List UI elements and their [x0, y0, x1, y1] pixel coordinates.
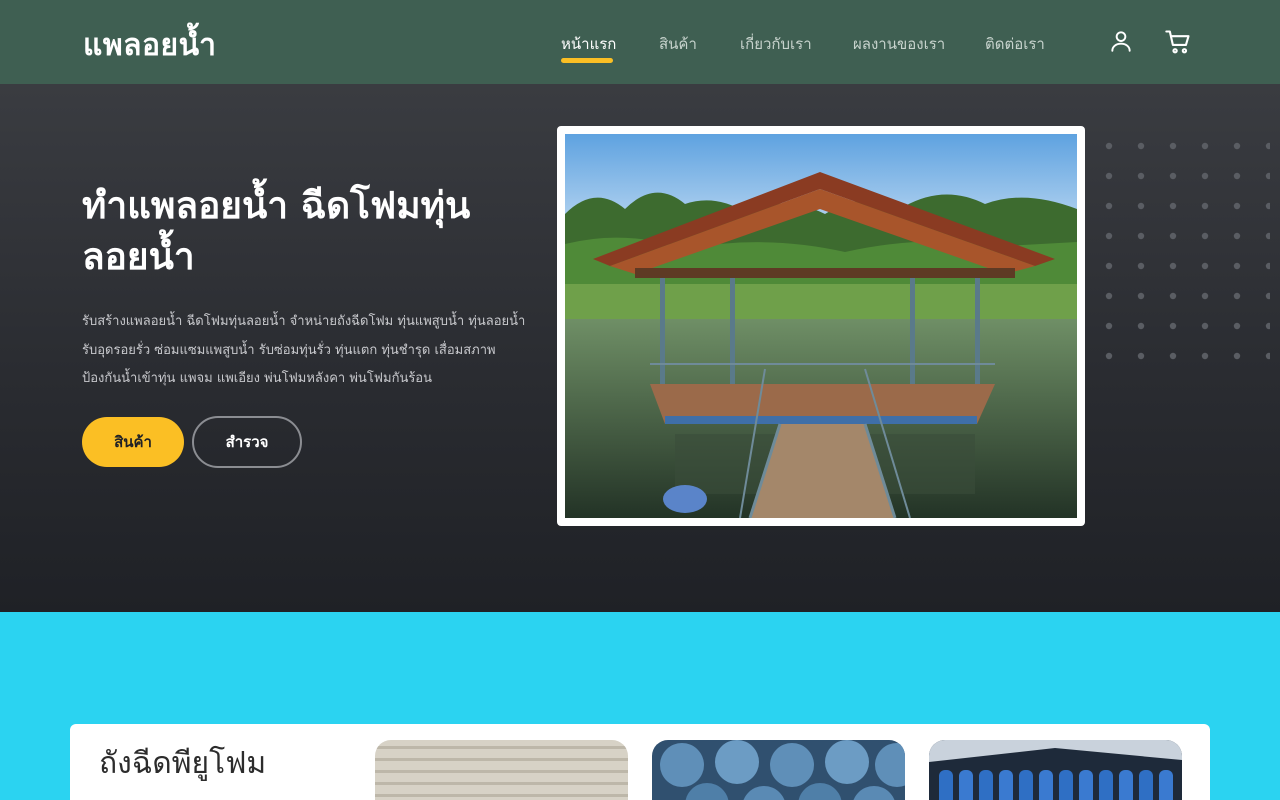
decorative-dot — [1265, 232, 1270, 240]
decorative-dot — [1169, 292, 1177, 300]
product-thumbnail-2[interactable] — [652, 740, 905, 800]
hero-title-line-1: ทำแพลอยน้ำ ฉีดโฟมทุ่น — [82, 184, 471, 227]
product-heading: ถังฉีดพียูโฟม — [99, 746, 267, 781]
decorative-dot — [1105, 352, 1113, 360]
decorative-dot — [1201, 172, 1209, 180]
hero-description: รับสร้างแพลอยน้ำ ฉีดโฟมทุ่นลอยน้ำ จำหน่า… — [82, 314, 526, 386]
hero-title: ทำแพลอยน้ำ ฉีดโฟมทุ่น ลอยน้ำ — [82, 180, 532, 282]
decorative-dot — [1265, 322, 1270, 330]
nav-item-portfolio[interactable]: ผลงานของเรา — [853, 32, 945, 56]
nav-item-products[interactable]: สินค้า — [659, 32, 697, 56]
decorative-dot — [1137, 202, 1145, 210]
decorative-dot — [1169, 322, 1177, 330]
decorative-dot — [1169, 172, 1177, 180]
decorative-dot — [1201, 292, 1209, 300]
decorative-dot — [1169, 262, 1177, 270]
nav-active-indicator — [561, 58, 613, 63]
decorative-dot — [1265, 202, 1270, 210]
nav-item-about[interactable]: เกี่ยวกับเรา — [740, 32, 812, 56]
decorative-dot — [1137, 142, 1145, 150]
decorative-dot — [1233, 142, 1241, 150]
hero-image-frame — [557, 126, 1085, 526]
site-header: แพลอยน้ำ หน้าแรก สินค้า เกี่ยวกับเรา ผลง… — [0, 0, 1280, 84]
decorative-dot — [1105, 202, 1113, 210]
decorative-dot — [1265, 292, 1270, 300]
hero-image-floating-pavilion — [565, 134, 1077, 518]
decorative-dot — [1105, 142, 1113, 150]
decorative-dot — [1265, 262, 1270, 270]
decorative-dot — [1137, 262, 1145, 270]
decorative-dot — [1233, 202, 1241, 210]
decorative-dot — [1105, 232, 1113, 240]
decorative-dot — [1233, 322, 1241, 330]
decorative-dot — [1233, 292, 1241, 300]
decorative-dot — [1105, 262, 1113, 270]
decorative-dot — [1169, 202, 1177, 210]
decorative-dot — [1105, 322, 1113, 330]
decorative-dot — [1233, 172, 1241, 180]
decorative-dot — [1233, 262, 1241, 270]
products-button[interactable]: สินค้า — [82, 417, 184, 467]
decorative-dot — [1137, 352, 1145, 360]
nav-item-contact[interactable]: ติดต่อเรา — [985, 32, 1045, 56]
decorative-dot — [1201, 202, 1209, 210]
decorative-dot — [1201, 232, 1209, 240]
hero-title-line-2: ลอยน้ำ — [82, 235, 195, 278]
decorative-dot — [1201, 142, 1209, 150]
decorative-dot — [1105, 172, 1113, 180]
product-thumbnail-1[interactable] — [375, 740, 628, 800]
decorative-dot-grid — [1105, 142, 1270, 360]
decorative-dot — [1137, 322, 1145, 330]
decorative-dot — [1265, 142, 1270, 150]
decorative-dot — [1233, 232, 1241, 240]
decorative-dot — [1105, 292, 1113, 300]
decorative-dot — [1201, 352, 1209, 360]
decorative-dot — [1265, 172, 1270, 180]
decorative-dot — [1265, 352, 1270, 360]
cart-icon[interactable] — [1164, 28, 1192, 56]
product-thumbnail-3[interactable] — [929, 740, 1182, 800]
product-card: ถังฉีดพียูโฟม — [70, 724, 1210, 800]
decorative-dot — [1169, 352, 1177, 360]
decorative-dot — [1169, 232, 1177, 240]
decorative-dot — [1169, 142, 1177, 150]
decorative-dot — [1233, 352, 1241, 360]
user-icon[interactable] — [1108, 28, 1136, 56]
explore-button[interactable]: สำรวจ — [192, 416, 302, 468]
decorative-dot — [1201, 262, 1209, 270]
decorative-dot — [1201, 322, 1209, 330]
hero-section: ทำแพลอยน้ำ ฉีดโฟมทุ่น ลอยน้ำ รับสร้างแพล… — [0, 84, 1280, 612]
decorative-dot — [1137, 232, 1145, 240]
decorative-dot — [1137, 292, 1145, 300]
decorative-dot — [1137, 172, 1145, 180]
nav-item-home[interactable]: หน้าแรก — [561, 32, 616, 56]
main-nav: หน้าแรก สินค้า เกี่ยวกับเรา ผลงานของเรา … — [0, 0, 1280, 84]
